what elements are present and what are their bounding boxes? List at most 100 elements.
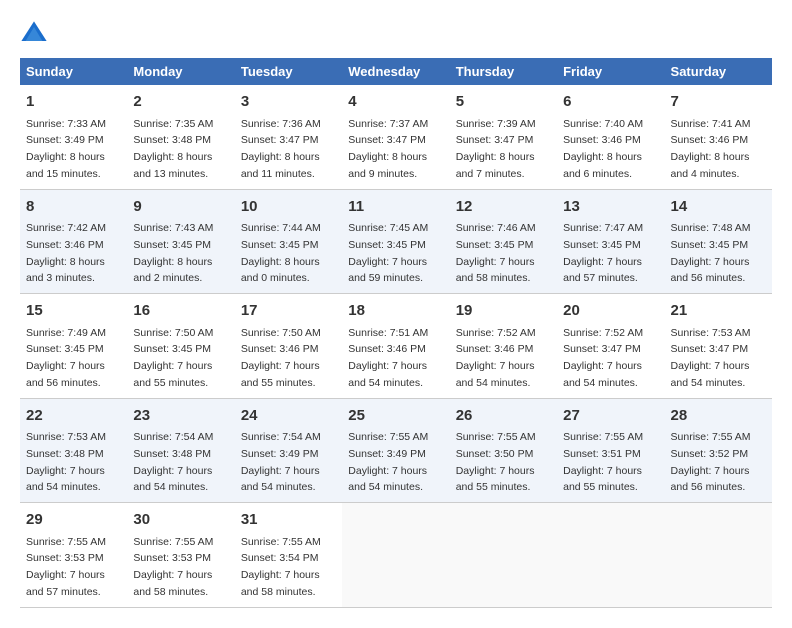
day-info: Sunrise: 7:52 AMSunset: 3:46 PMDaylight:… <box>456 327 536 389</box>
logo-icon <box>20 20 48 48</box>
day-info: Sunrise: 7:45 AMSunset: 3:45 PMDaylight:… <box>348 222 428 284</box>
day-info: Sunrise: 7:33 AMSunset: 3:49 PMDaylight:… <box>26 118 106 180</box>
weekday-header: Saturday <box>665 58 772 85</box>
weekday-header: Tuesday <box>235 58 342 85</box>
calendar-cell: 31 Sunrise: 7:55 AMSunset: 3:54 PMDaylig… <box>235 503 342 608</box>
day-info: Sunrise: 7:40 AMSunset: 3:46 PMDaylight:… <box>563 118 643 180</box>
day-number: 13 <box>563 196 658 219</box>
day-number: 22 <box>26 405 121 428</box>
calendar-cell: 8 Sunrise: 7:42 AMSunset: 3:46 PMDayligh… <box>20 189 127 294</box>
day-number: 12 <box>456 196 551 219</box>
calendar-cell: 13 Sunrise: 7:47 AMSunset: 3:45 PMDaylig… <box>557 189 664 294</box>
day-info: Sunrise: 7:44 AMSunset: 3:45 PMDaylight:… <box>241 222 321 284</box>
calendar-cell: 17 Sunrise: 7:50 AMSunset: 3:46 PMDaylig… <box>235 294 342 399</box>
day-number: 11 <box>348 196 443 219</box>
calendar-cell: 29 Sunrise: 7:55 AMSunset: 3:53 PMDaylig… <box>20 503 127 608</box>
logo <box>20 20 52 48</box>
day-info: Sunrise: 7:35 AMSunset: 3:48 PMDaylight:… <box>133 118 213 180</box>
calendar-cell <box>557 503 664 608</box>
calendar-cell: 27 Sunrise: 7:55 AMSunset: 3:51 PMDaylig… <box>557 398 664 503</box>
day-number: 29 <box>26 509 121 532</box>
day-number: 30 <box>133 509 228 532</box>
calendar-cell: 18 Sunrise: 7:51 AMSunset: 3:46 PMDaylig… <box>342 294 449 399</box>
day-number: 21 <box>671 300 766 323</box>
weekday-header: Thursday <box>450 58 557 85</box>
calendar-header: SundayMondayTuesdayWednesdayThursdayFrid… <box>20 58 772 85</box>
calendar-cell: 21 Sunrise: 7:53 AMSunset: 3:47 PMDaylig… <box>665 294 772 399</box>
day-info: Sunrise: 7:51 AMSunset: 3:46 PMDaylight:… <box>348 327 428 389</box>
day-number: 27 <box>563 405 658 428</box>
calendar-week-row: 22 Sunrise: 7:53 AMSunset: 3:48 PMDaylig… <box>20 398 772 503</box>
day-number: 5 <box>456 91 551 114</box>
day-info: Sunrise: 7:54 AMSunset: 3:48 PMDaylight:… <box>133 431 213 493</box>
calendar-table: SundayMondayTuesdayWednesdayThursdayFrid… <box>20 58 772 608</box>
day-number: 14 <box>671 196 766 219</box>
day-info: Sunrise: 7:36 AMSunset: 3:47 PMDaylight:… <box>241 118 321 180</box>
weekday-header: Friday <box>557 58 664 85</box>
day-number: 28 <box>671 405 766 428</box>
calendar-cell: 3 Sunrise: 7:36 AMSunset: 3:47 PMDayligh… <box>235 85 342 189</box>
calendar-cell: 5 Sunrise: 7:39 AMSunset: 3:47 PMDayligh… <box>450 85 557 189</box>
calendar-cell: 14 Sunrise: 7:48 AMSunset: 3:45 PMDaylig… <box>665 189 772 294</box>
day-info: Sunrise: 7:55 AMSunset: 3:51 PMDaylight:… <box>563 431 643 493</box>
day-number: 2 <box>133 91 228 114</box>
calendar-cell <box>450 503 557 608</box>
day-number: 17 <box>241 300 336 323</box>
calendar-week-row: 1 Sunrise: 7:33 AMSunset: 3:49 PMDayligh… <box>20 85 772 189</box>
calendar-cell: 11 Sunrise: 7:45 AMSunset: 3:45 PMDaylig… <box>342 189 449 294</box>
day-info: Sunrise: 7:55 AMSunset: 3:49 PMDaylight:… <box>348 431 428 493</box>
calendar-cell: 26 Sunrise: 7:55 AMSunset: 3:50 PMDaylig… <box>450 398 557 503</box>
day-number: 25 <box>348 405 443 428</box>
day-number: 6 <box>563 91 658 114</box>
day-number: 19 <box>456 300 551 323</box>
calendar-cell: 7 Sunrise: 7:41 AMSunset: 3:46 PMDayligh… <box>665 85 772 189</box>
day-info: Sunrise: 7:47 AMSunset: 3:45 PMDaylight:… <box>563 222 643 284</box>
calendar-cell: 1 Sunrise: 7:33 AMSunset: 3:49 PMDayligh… <box>20 85 127 189</box>
calendar-week-row: 8 Sunrise: 7:42 AMSunset: 3:46 PMDayligh… <box>20 189 772 294</box>
day-number: 10 <box>241 196 336 219</box>
calendar-cell: 19 Sunrise: 7:52 AMSunset: 3:46 PMDaylig… <box>450 294 557 399</box>
calendar-cell: 25 Sunrise: 7:55 AMSunset: 3:49 PMDaylig… <box>342 398 449 503</box>
day-info: Sunrise: 7:41 AMSunset: 3:46 PMDaylight:… <box>671 118 751 180</box>
calendar-cell: 28 Sunrise: 7:55 AMSunset: 3:52 PMDaylig… <box>665 398 772 503</box>
day-info: Sunrise: 7:50 AMSunset: 3:46 PMDaylight:… <box>241 327 321 389</box>
calendar-cell: 4 Sunrise: 7:37 AMSunset: 3:47 PMDayligh… <box>342 85 449 189</box>
day-info: Sunrise: 7:49 AMSunset: 3:45 PMDaylight:… <box>26 327 106 389</box>
calendar-cell: 22 Sunrise: 7:53 AMSunset: 3:48 PMDaylig… <box>20 398 127 503</box>
day-info: Sunrise: 7:37 AMSunset: 3:47 PMDaylight:… <box>348 118 428 180</box>
day-info: Sunrise: 7:53 AMSunset: 3:47 PMDaylight:… <box>671 327 751 389</box>
calendar-cell: 9 Sunrise: 7:43 AMSunset: 3:45 PMDayligh… <box>127 189 234 294</box>
calendar-cell: 15 Sunrise: 7:49 AMSunset: 3:45 PMDaylig… <box>20 294 127 399</box>
page-header <box>20 20 772 48</box>
weekday-header: Sunday <box>20 58 127 85</box>
day-number: 7 <box>671 91 766 114</box>
day-info: Sunrise: 7:54 AMSunset: 3:49 PMDaylight:… <box>241 431 321 493</box>
calendar-week-row: 29 Sunrise: 7:55 AMSunset: 3:53 PMDaylig… <box>20 503 772 608</box>
calendar-cell: 20 Sunrise: 7:52 AMSunset: 3:47 PMDaylig… <box>557 294 664 399</box>
day-number: 3 <box>241 91 336 114</box>
day-info: Sunrise: 7:55 AMSunset: 3:53 PMDaylight:… <box>26 536 106 598</box>
day-info: Sunrise: 7:48 AMSunset: 3:45 PMDaylight:… <box>671 222 751 284</box>
weekday-header: Wednesday <box>342 58 449 85</box>
day-number: 9 <box>133 196 228 219</box>
calendar-cell <box>342 503 449 608</box>
calendar-body: 1 Sunrise: 7:33 AMSunset: 3:49 PMDayligh… <box>20 85 772 607</box>
day-number: 16 <box>133 300 228 323</box>
day-info: Sunrise: 7:52 AMSunset: 3:47 PMDaylight:… <box>563 327 643 389</box>
day-number: 1 <box>26 91 121 114</box>
day-number: 23 <box>133 405 228 428</box>
day-info: Sunrise: 7:43 AMSunset: 3:45 PMDaylight:… <box>133 222 213 284</box>
day-info: Sunrise: 7:50 AMSunset: 3:45 PMDaylight:… <box>133 327 213 389</box>
calendar-cell: 2 Sunrise: 7:35 AMSunset: 3:48 PMDayligh… <box>127 85 234 189</box>
day-info: Sunrise: 7:55 AMSunset: 3:50 PMDaylight:… <box>456 431 536 493</box>
header-row: SundayMondayTuesdayWednesdayThursdayFrid… <box>20 58 772 85</box>
calendar-cell: 12 Sunrise: 7:46 AMSunset: 3:45 PMDaylig… <box>450 189 557 294</box>
calendar-week-row: 15 Sunrise: 7:49 AMSunset: 3:45 PMDaylig… <box>20 294 772 399</box>
weekday-header: Monday <box>127 58 234 85</box>
day-number: 8 <box>26 196 121 219</box>
day-info: Sunrise: 7:53 AMSunset: 3:48 PMDaylight:… <box>26 431 106 493</box>
day-info: Sunrise: 7:55 AMSunset: 3:52 PMDaylight:… <box>671 431 751 493</box>
day-number: 4 <box>348 91 443 114</box>
day-info: Sunrise: 7:46 AMSunset: 3:45 PMDaylight:… <box>456 222 536 284</box>
calendar-cell: 16 Sunrise: 7:50 AMSunset: 3:45 PMDaylig… <box>127 294 234 399</box>
